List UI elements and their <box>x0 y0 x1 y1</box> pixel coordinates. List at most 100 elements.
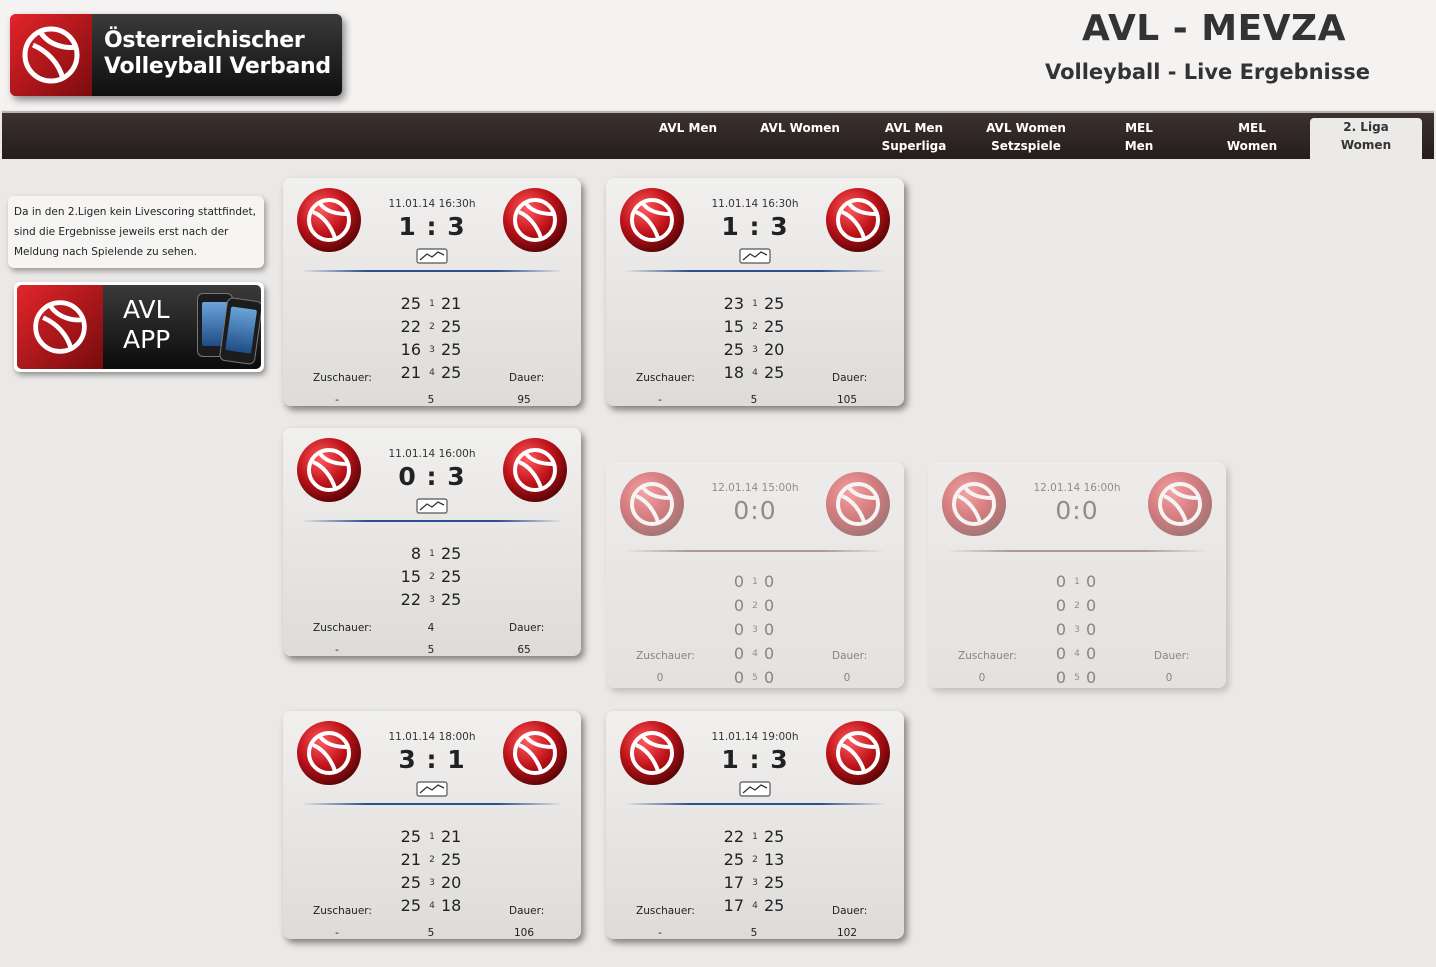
set-row: 22 2 25 <box>283 317 581 340</box>
match-card[interactable]: 11.01.14 16:30h 1 : 3 23 1 25 15 2 25 25 … <box>606 178 904 406</box>
set-home-points: 23 <box>723 294 744 313</box>
set-home-points: 16 <box>400 340 421 359</box>
set-home-points: 0 <box>733 572 744 591</box>
set-number: 4 <box>429 901 435 911</box>
statistics-chart-icon[interactable] <box>416 781 448 797</box>
volleyball-logo-icon <box>17 285 103 369</box>
tab-label: AVL Women <box>760 121 840 135</box>
set-away-points: 25 <box>441 317 462 336</box>
volleyball-logo-icon <box>10 14 92 96</box>
set-number: 1 <box>429 299 435 309</box>
tab-avl-men-superliga[interactable]: AVL Men Superliga <box>858 119 970 159</box>
set-home-points: 0 <box>1055 596 1066 615</box>
set-row: 23 1 25 <box>606 294 904 317</box>
tab-avl-women-setzspiele[interactable]: AVL Women Setzspiele <box>970 119 1082 159</box>
set-number: 1 <box>752 577 758 587</box>
set-away-points: 25 <box>764 363 785 382</box>
match-score: 0 : 3 <box>398 462 466 491</box>
set-home-points: 0 <box>1055 572 1066 591</box>
set-number: 1 <box>429 832 435 842</box>
phone-icon <box>218 296 261 366</box>
set-row: 0 2 0 <box>928 596 1226 620</box>
set-number: 2 <box>429 855 435 865</box>
set-number: 3 <box>752 878 758 888</box>
set-home-points: 0 <box>733 668 744 687</box>
set-away-points: 0 <box>764 668 775 687</box>
tab-mel-men[interactable]: MEL Men <box>1083 119 1195 159</box>
statistics-chart-icon[interactable] <box>739 781 771 797</box>
set-home-points: 0 <box>1055 620 1066 639</box>
set-home-points: 22 <box>400 317 421 336</box>
set-home-points: 0 <box>1055 668 1066 687</box>
set-away-points: 0 <box>1086 668 1097 687</box>
set-row: 17 3 25 <box>606 873 904 896</box>
duration-label: Dauer: <box>1154 650 1190 662</box>
set-number: 1 <box>752 299 758 309</box>
statistics-chart-icon[interactable] <box>416 498 448 514</box>
set-number: 2 <box>1074 601 1080 611</box>
duration-label: Dauer: <box>509 905 545 917</box>
set-home-points: 25 <box>400 827 421 846</box>
set-scores: 8 1 25 15 2 25 22 3 25 <box>283 544 581 613</box>
set-number: 3 <box>752 345 758 355</box>
match-card[interactable]: 12.01.14 15:00h 0:0 0 1 0 0 2 0 0 3 0 0 4… <box>606 462 904 688</box>
match-score: 3 : 1 <box>398 745 466 774</box>
set-away-points: 25 <box>441 567 462 586</box>
set-home-points: 15 <box>723 317 744 336</box>
sets-count-value: 5 <box>427 644 435 656</box>
match-date: 11.01.14 16:30h <box>388 198 476 210</box>
set-away-points: 18 <box>441 896 462 915</box>
tab-avl-men[interactable]: AVL Men <box>632 119 744 159</box>
set-row: 25 3 20 <box>606 340 904 363</box>
set-away-points: 0 <box>1086 572 1097 591</box>
spectators-label: Zuschauer: <box>313 622 372 634</box>
set-number: 1 <box>429 549 435 559</box>
set-number: 4 <box>752 368 758 378</box>
set-number: 3 <box>429 595 435 605</box>
set-row: 21 2 25 <box>283 850 581 873</box>
duration-value: 0 <box>1165 672 1173 684</box>
set-row: 0 1 0 <box>928 572 1226 596</box>
set-home-points: 22 <box>400 590 421 609</box>
app-line-1: AVL <box>123 295 170 324</box>
duration-value: 102 <box>836 927 858 939</box>
info-note: Da in den 2.Ligen kein Livescoring statt… <box>8 196 264 268</box>
spectators-label: Zuschauer: <box>958 650 1017 662</box>
set-away-points: 25 <box>441 340 462 359</box>
tab-label: 2. Liga <box>1343 120 1389 134</box>
tab-mel-women[interactable]: MEL Women <box>1196 119 1308 159</box>
match-card[interactable]: 11.01.14 16:00h 0 : 3 8 1 25 15 2 25 22 3… <box>283 428 581 656</box>
match-date: 11.01.14 16:30h <box>711 198 799 210</box>
statistics-chart-icon[interactable] <box>416 248 448 264</box>
card-divider <box>624 270 886 272</box>
match-date: 11.01.14 16:00h <box>388 448 476 460</box>
set-number: 3 <box>752 625 758 635</box>
set-away-points: 21 <box>441 294 462 313</box>
set-number: 3 <box>1074 625 1080 635</box>
set-row: 25 3 20 <box>283 873 581 896</box>
card-divider <box>301 520 563 522</box>
statistics-chart-icon[interactable] <box>739 248 771 264</box>
match-card[interactable]: 11.01.14 16:30h 1 : 3 25 1 21 22 2 25 16 … <box>283 178 581 406</box>
duration-value: 0 <box>843 672 851 684</box>
set-number: 3 <box>429 345 435 355</box>
sets-count-value: 5 <box>750 394 758 406</box>
ovv-logo[interactable]: Österreichischer Volleyball Verband <box>10 14 342 96</box>
tab-2-liga-women[interactable]: 2. Liga Women <box>1310 118 1422 159</box>
spectators-value: 0 <box>656 672 664 684</box>
spectators-value: - <box>658 394 662 406</box>
tab-label-2: Setzspiele <box>991 139 1061 153</box>
match-card[interactable]: 11.01.14 18:00h 3 : 1 25 1 21 21 2 25 25 … <box>283 711 581 939</box>
duration-label: Dauer: <box>832 905 868 917</box>
set-number: 2 <box>429 322 435 332</box>
set-number: 5 <box>1074 673 1080 683</box>
tab-avl-women[interactable]: AVL Women <box>744 119 856 159</box>
spectators-label: Zuschauer: <box>313 372 372 384</box>
match-score: 0:0 <box>733 496 777 525</box>
match-card[interactable]: 12.01.14 16:00h 0:0 0 1 0 0 2 0 0 3 0 0 4… <box>928 462 1226 688</box>
set-away-points: 25 <box>764 873 785 892</box>
avl-app-banner[interactable]: AVL APP <box>14 282 264 372</box>
tab-label-2: Women <box>1226 139 1278 153</box>
sets-count-value: 5 <box>427 394 435 406</box>
match-card[interactable]: 11.01.14 19:00h 1 : 3 22 1 25 25 2 13 17 … <box>606 711 904 939</box>
